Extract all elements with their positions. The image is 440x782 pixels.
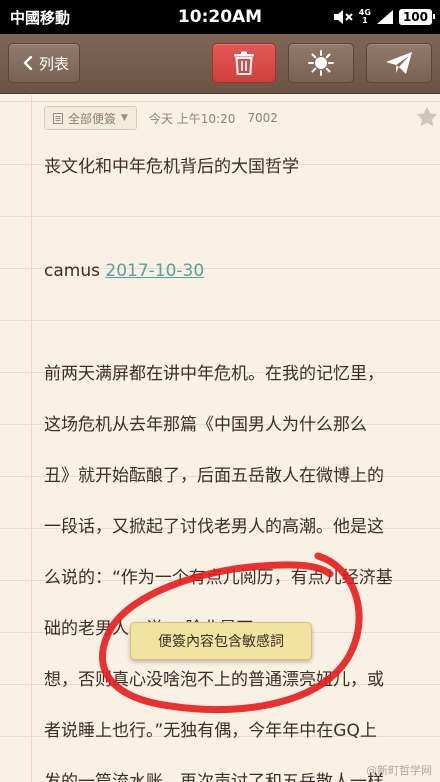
chevron-down-icon: ▼ [121, 113, 128, 123]
note-meta-bar: 全部便簽 ▼ 今天 上午10:20 7002 [44, 105, 440, 131]
battery-indicator: 100 [398, 9, 436, 25]
body-line: 前两天满屏都在讲中年危机。在我的记忆里， [44, 364, 384, 384]
author-date-link[interactable]: 2017-10-30 [105, 261, 204, 281]
body-line: 一段话，又掀起了讨伐老男人的高潮。他是这 [44, 517, 384, 537]
trash-icon [234, 51, 254, 75]
body-line: 丑》就开始酝酿了，后面五岳散人在微博上的 [44, 466, 384, 486]
note-toolbar: 列表 [0, 34, 440, 94]
note-title: 丧文化和中年危机背后的大国哲学 [44, 157, 299, 177]
back-button-label: 列表 [38, 54, 69, 73]
sensitive-word-toast: 便簽內容包含敏感詞 [130, 622, 312, 660]
folder-select[interactable]: 全部便簽 ▼ [44, 106, 137, 130]
body-line: 者说睡上也行。”无独有偶，今年年中在GQ上 [44, 721, 377, 741]
network-indicator: 4G 1 [359, 9, 371, 25]
body-line: 么说的：“作为一个有点儿阅历，有点儿经济基 [44, 568, 393, 588]
status-icons: 4G 1 100 [333, 9, 436, 25]
body-line: 这场危机从去年那篇《中国男人为什么那么 [44, 415, 367, 435]
carrier-label: 中國移動 [10, 8, 71, 27]
paper-plane-icon [386, 52, 412, 74]
note-editor[interactable]: 全部便簽 ▼ 今天 上午10:20 7002 丧文化和中年危机背后的大国哲学 c… [0, 95, 440, 782]
status-bar: 中國移動 10:20AM 4G 1 100 [0, 0, 440, 34]
theme-button[interactable] [288, 43, 354, 83]
char-count: 7002 [247, 111, 278, 125]
send-button[interactable] [366, 43, 432, 83]
author-name: camus [44, 261, 100, 281]
chevron-left-icon [23, 56, 33, 70]
signal-icon [376, 10, 393, 24]
sun-icon [308, 50, 334, 76]
mute-icon [333, 10, 353, 24]
star-icon[interactable] [416, 106, 438, 127]
author-line: camus 2017-10-30 [44, 259, 420, 283]
folder-label: 全部便簽 [68, 111, 117, 126]
body-line: 发的一篇流水账，再次声讨了和五岳散人一样 [44, 772, 384, 782]
margin-line [31, 95, 32, 782]
delete-button[interactable] [212, 43, 276, 83]
body-line: 想，否则真心没啥泡不上的普通漂亮妞儿，或 [44, 670, 384, 690]
back-to-list-button[interactable]: 列表 [8, 43, 80, 83]
watermark: @新町哲学网 [366, 764, 432, 777]
network-sub: 1 [362, 16, 368, 25]
note-date: 今天 上午10:20 [148, 111, 236, 126]
folder-icon [53, 112, 63, 124]
